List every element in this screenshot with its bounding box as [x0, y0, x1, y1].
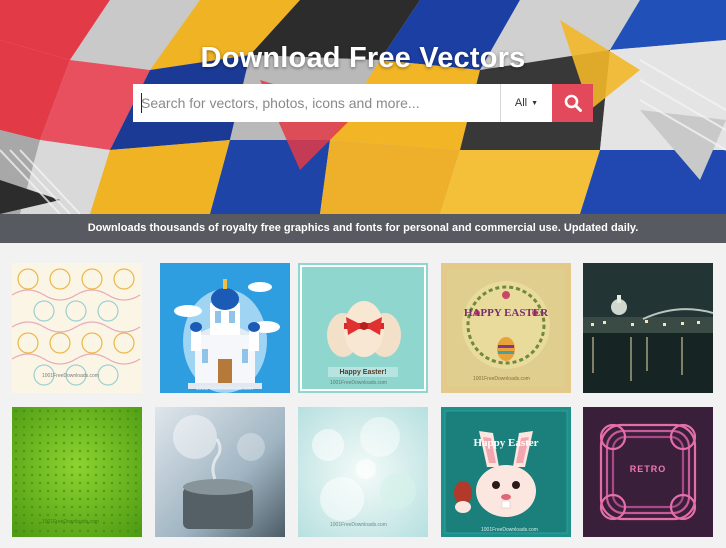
text-cursor [141, 93, 142, 113]
happy-easter-heading: Happy Easter [473, 437, 539, 449]
category-filter-dropdown[interactable]: All ▼ [500, 84, 552, 122]
watermark: 1001FreeDownloads.com [42, 519, 99, 525]
watermark: 1001FreeDownloads.com [481, 527, 538, 533]
tile-green-pattern[interactable]: 1001FreeDownloads.com [12, 407, 142, 537]
filter-label: All [514, 97, 528, 109]
church-illustration [160, 263, 290, 393]
tagline-bar: Downloads thousands of royalty free grap… [0, 214, 726, 243]
tile-easter-eggs[interactable]: Happy Easter! 1001FreeDownloads.com [298, 263, 428, 393]
hero-banner: Download Free Vectors All ▼ Downloads th… [0, 0, 726, 243]
search-bar: All ▼ [133, 84, 593, 122]
search-icon [564, 94, 582, 112]
easter-bunny-illustration [441, 407, 571, 537]
easter-wreath-illustration [441, 263, 571, 393]
tile-city-night[interactable] [583, 263, 713, 393]
tile-geometric-pattern[interactable]: 1001FreeDownloads.com [12, 263, 142, 393]
tile-easter-bunny[interactable]: Happy Easter 1001FreeDownloads.com [441, 407, 571, 537]
tile-retro-lines[interactable]: RETRO [583, 407, 713, 537]
search-button[interactable] [552, 84, 593, 122]
green-dots-pattern [12, 407, 142, 537]
watermark: 1001FreeDownloads.com [330, 380, 387, 386]
bokeh-light-background [298, 407, 428, 537]
tile-happy-easter-wreath[interactable]: HAPPY EASTER 1001FreeDownloads.com [441, 263, 571, 393]
teapot-bokeh-photo [155, 407, 285, 537]
watermark: 1001FreeDownloads.com [473, 376, 530, 382]
watermark: 1001FreeDownloads.com [330, 522, 387, 528]
search-input[interactable] [133, 84, 500, 122]
tile-teapot-bokeh[interactable] [155, 407, 285, 537]
city-night-photo [583, 263, 713, 393]
tile-bokeh-light[interactable]: 1001FreeDownloads.com [298, 407, 428, 537]
hero-title: Download Free Vectors [200, 42, 526, 74]
watermark: 1001FreeDownloads.com [196, 386, 253, 392]
tile-church[interactable]: 1001FreeDownloads.com [160, 263, 290, 393]
easter-eggs-caption: Happy Easter! [339, 369, 387, 376]
retro-heading: RETRO [629, 464, 667, 474]
happy-easter-heading: HAPPY EASTER [463, 307, 549, 319]
caret-down-icon: ▼ [531, 99, 539, 107]
watermark: 1001FreeDownloads.com [42, 373, 99, 379]
